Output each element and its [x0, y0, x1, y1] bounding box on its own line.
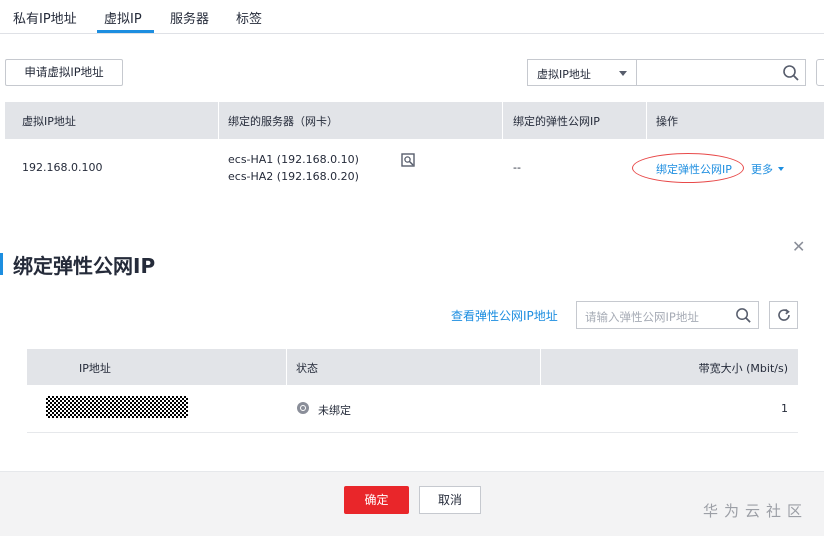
vip-table-header: 虚拟IP地址 绑定的服务器（网卡） 绑定的弹性公网IP 操作 — [5, 102, 824, 139]
tab-tags[interactable]: 标签 — [236, 8, 262, 27]
tab-virtual-ip[interactable]: 虚拟IP — [104, 8, 142, 27]
search-placeholder: 请输入弹性公网IP地址 — [585, 310, 699, 324]
tab-private-ip[interactable]: 私有IP地址 — [13, 8, 77, 27]
column-divider — [646, 102, 647, 139]
column-divider — [502, 102, 503, 139]
dialog-title: 绑定弹性公网IP — [13, 254, 156, 278]
col-ip-address: IP地址 — [79, 362, 111, 375]
row-divider — [27, 432, 798, 433]
col-bound-eip: 绑定的弹性公网IP — [513, 115, 600, 128]
refresh-button-partial[interactable] — [816, 59, 824, 86]
search-input[interactable] — [636, 59, 806, 86]
bound-server-1: ecs-HA1 (192.168.0.10) — [228, 153, 359, 166]
chevron-down-icon — [778, 167, 784, 171]
tab-servers[interactable]: 服务器 — [170, 8, 209, 27]
col-actions: 操作 — [656, 115, 678, 128]
dialog-title-accent — [0, 253, 3, 275]
search-icon[interactable] — [782, 64, 800, 82]
chevron-down-icon — [619, 71, 627, 76]
bind-eip-link[interactable]: 绑定弹性公网IP — [656, 161, 732, 177]
view-details-icon[interactable] — [401, 153, 415, 167]
close-icon[interactable]: ✕ — [792, 237, 805, 256]
column-divider — [218, 102, 219, 139]
masked-ip-address — [46, 396, 188, 418]
bound-eip-value: -- — [513, 161, 521, 174]
vip-address: 192.168.0.100 — [22, 161, 103, 174]
status-text: 未绑定 — [318, 404, 351, 417]
cancel-button[interactable]: 取消 — [419, 486, 481, 514]
eip-search-input[interactable]: 请输入弹性公网IP地址 — [576, 301, 759, 329]
filter-select-value: 虚拟IP地址 — [537, 68, 591, 81]
eip-table-header: IP地址 状态 带宽大小 (Mbit/s) — [27, 349, 798, 385]
bound-server-2: ecs-HA2 (192.168.0.20) — [228, 170, 359, 183]
col-bound-servers: 绑定的服务器（网卡） — [228, 115, 338, 128]
active-tab-indicator — [97, 30, 154, 33]
unbound-status-icon — [297, 402, 309, 414]
filter-select[interactable]: 虚拟IP地址 — [527, 59, 637, 86]
view-eip-link[interactable]: 查看弹性公网IP地址 — [451, 307, 558, 324]
refresh-button[interactable] — [769, 301, 798, 329]
col-status: 状态 — [296, 362, 318, 375]
dialog-footer — [0, 471, 824, 536]
col-virtual-ip: 虚拟IP地址 — [22, 115, 76, 128]
col-bandwidth: 带宽大小 (Mbit/s) — [698, 362, 788, 375]
watermark: 华为云社区 — [703, 502, 809, 520]
confirm-button[interactable]: 确定 — [344, 486, 409, 514]
refresh-icon — [778, 308, 790, 321]
tab-bar: 私有IP地址 虚拟IP 服务器 标签 — [0, 0, 824, 34]
bandwidth-value: 1 — [781, 402, 788, 415]
column-divider — [286, 349, 287, 385]
more-actions-link[interactable]: 更多 — [751, 161, 773, 177]
search-icon[interactable] — [735, 307, 752, 324]
column-divider — [540, 349, 541, 385]
apply-virtual-ip-button[interactable]: 申请虚拟IP地址 — [5, 59, 123, 86]
